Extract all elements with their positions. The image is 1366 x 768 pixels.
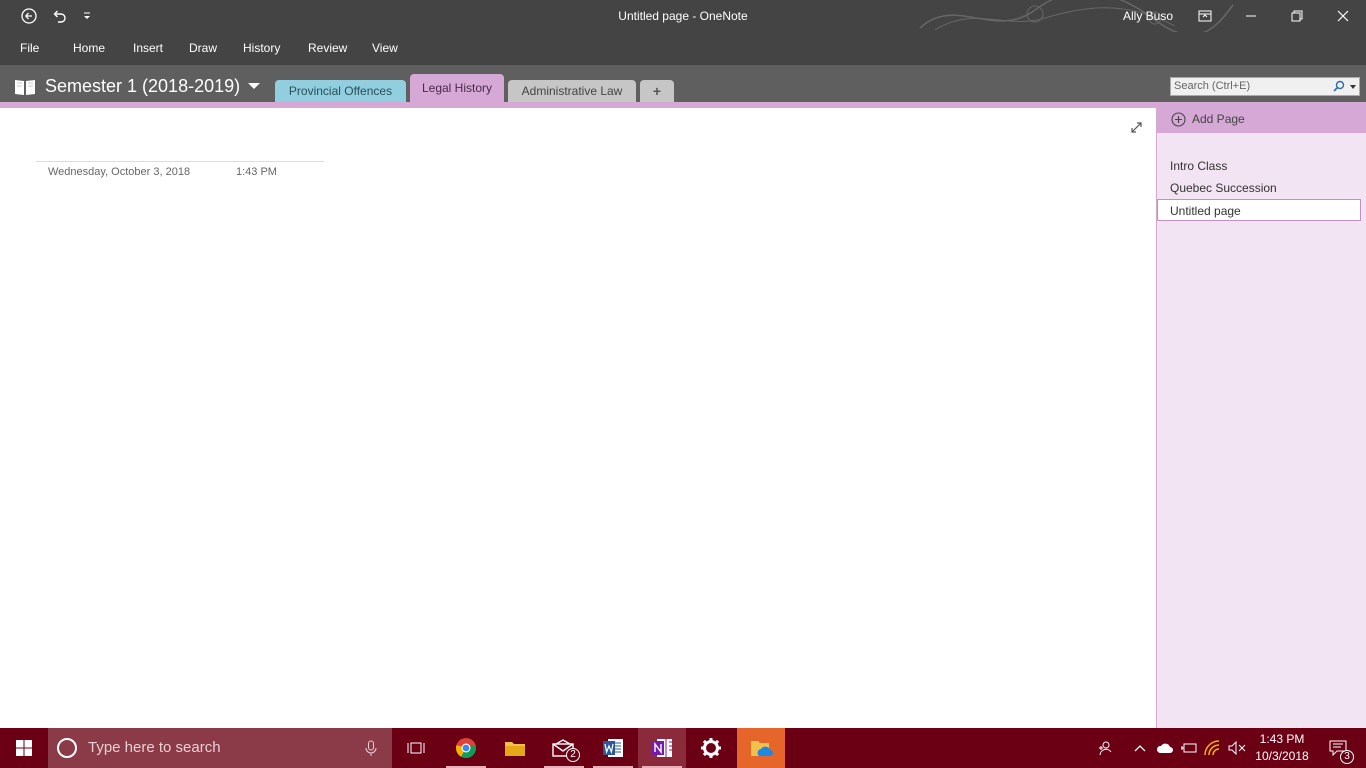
- tab-review[interactable]: Review: [306, 32, 349, 65]
- windows-logo-icon: [16, 740, 32, 756]
- section-tab-legal-history[interactable]: Legal History: [410, 74, 504, 102]
- ribbon-display-icon: [1198, 10, 1212, 22]
- ribbon-tab-bar: File Home Insert Draw History Review Vie…: [0, 32, 1366, 65]
- page-date: Wednesday, October 3, 2018: [48, 166, 191, 178]
- task-view-icon: [407, 742, 425, 754]
- undo-icon: [53, 10, 66, 23]
- show-hidden-icons-button[interactable]: [1131, 728, 1149, 768]
- volume-tray-button[interactable]: [1226, 728, 1248, 768]
- notebook-name[interactable]: Semester 1 (2018-2019): [45, 74, 240, 98]
- onedrive-folder-taskbar-button[interactable]: [737, 728, 785, 768]
- chevron-up-icon: [1134, 745, 1146, 752]
- tab-view[interactable]: View: [370, 32, 400, 65]
- taskbar-search-box[interactable]: Type here to search: [48, 728, 392, 768]
- undo-button[interactable]: [46, 0, 72, 32]
- tab-file[interactable]: File: [18, 32, 41, 65]
- search-icon[interactable]: [1333, 80, 1345, 92]
- action-center-button[interactable]: 3: [1318, 728, 1358, 768]
- wifi-icon: [1204, 740, 1220, 756]
- settings-taskbar-button[interactable]: [687, 728, 735, 768]
- power-tray-button[interactable]: [1178, 728, 1200, 768]
- add-circle-icon: [1171, 112, 1186, 127]
- notification-count-badge: 3: [1340, 750, 1354, 764]
- full-page-view-icon[interactable]: [1130, 121, 1143, 134]
- close-button[interactable]: [1320, 0, 1366, 32]
- task-view-button[interactable]: [392, 728, 440, 768]
- file-explorer-taskbar-button[interactable]: [491, 728, 539, 768]
- clock-time: 1:43 PM: [1259, 732, 1305, 746]
- page-title-line[interactable]: [36, 161, 324, 162]
- cortana-icon: [57, 738, 77, 758]
- customize-qat-button[interactable]: [78, 0, 96, 32]
- add-section-button[interactable]: +: [640, 80, 674, 102]
- mail-taskbar-button[interactable]: 2: [540, 728, 588, 768]
- onenote-taskbar-button[interactable]: [638, 728, 686, 768]
- battery-plug-icon: [1181, 743, 1197, 753]
- microphone-icon[interactable]: [364, 740, 378, 757]
- cloud-icon: [1156, 743, 1173, 753]
- clock[interactable]: 1:43 PM 10/3/2018: [1250, 728, 1314, 768]
- chrome-taskbar-button[interactable]: [442, 728, 490, 768]
- notebook-dropdown-icon[interactable]: [248, 83, 260, 89]
- ribbon-display-options-button[interactable]: [1182, 0, 1228, 32]
- folder-icon: [505, 742, 525, 756]
- minimize-button[interactable]: [1228, 0, 1274, 32]
- page-time: 1:43 PM: [236, 166, 277, 178]
- gear-icon: [701, 738, 721, 758]
- search-input[interactable]: Search (Ctrl+E): [1170, 77, 1360, 96]
- people-icon: [1099, 741, 1112, 756]
- taskbar-search-placeholder: Type here to search: [88, 739, 221, 756]
- tab-insert[interactable]: Insert: [131, 32, 165, 65]
- tab-history[interactable]: History: [241, 32, 282, 65]
- tab-home[interactable]: Home: [71, 32, 107, 65]
- user-name[interactable]: Ally Buso: [1123, 0, 1173, 32]
- add-page-button[interactable]: Add Page: [1157, 108, 1366, 133]
- close-icon: [1337, 10, 1349, 22]
- restore-icon: [1291, 10, 1303, 22]
- restore-button[interactable]: [1274, 0, 1320, 32]
- title-bar: Untitled page - OneNote Ally Buso: [0, 0, 1366, 32]
- network-tray-button[interactable]: [1202, 728, 1224, 768]
- page-item-intro-class[interactable]: Intro Class: [1157, 155, 1361, 177]
- page-item-untitled-page[interactable]: Untitled page: [1157, 199, 1361, 221]
- minimize-icon: [1246, 15, 1256, 17]
- page-list-pane: Add Page Intro Class Quebec Succession U…: [1156, 108, 1366, 728]
- onedrive-folder-icon: [751, 741, 773, 756]
- onenote-icon: [652, 739, 672, 757]
- tab-draw[interactable]: Draw: [187, 32, 219, 65]
- mail-unread-badge: 2: [566, 748, 580, 762]
- word-taskbar-button[interactable]: [589, 728, 637, 768]
- start-button[interactable]: [0, 728, 48, 768]
- chevron-down-icon: [84, 12, 90, 19]
- search-scope-dropdown-icon[interactable]: [1350, 85, 1356, 89]
- word-icon: [603, 739, 623, 757]
- page-canvas[interactable]: Wednesday, October 3, 2018 1:43 PM: [0, 108, 1156, 728]
- page-item-quebec-succession[interactable]: Quebec Succession: [1157, 177, 1361, 199]
- notebook-bar: Semester 1 (2018-2019) Provincial Offenc…: [0, 65, 1366, 102]
- taskbar: Type here to search 2 1:43 PM 10/3/2018 …: [0, 728, 1366, 768]
- section-tab-provincial-offences[interactable]: Provincial Offences: [275, 80, 406, 102]
- section-tab-administrative-law[interactable]: Administrative Law: [508, 80, 636, 102]
- notebook-icon[interactable]: [14, 78, 36, 96]
- add-page-label: Add Page: [1192, 112, 1245, 126]
- back-button[interactable]: [16, 0, 42, 32]
- back-arrow-icon: [21, 8, 37, 24]
- onedrive-tray-button[interactable]: [1154, 728, 1176, 768]
- volume-muted-icon: [1228, 741, 1246, 755]
- chrome-icon: [456, 738, 476, 759]
- search-placeholder: Search (Ctrl+E): [1174, 80, 1251, 92]
- clock-date: 10/3/2018: [1255, 749, 1309, 763]
- people-button[interactable]: [1094, 728, 1116, 768]
